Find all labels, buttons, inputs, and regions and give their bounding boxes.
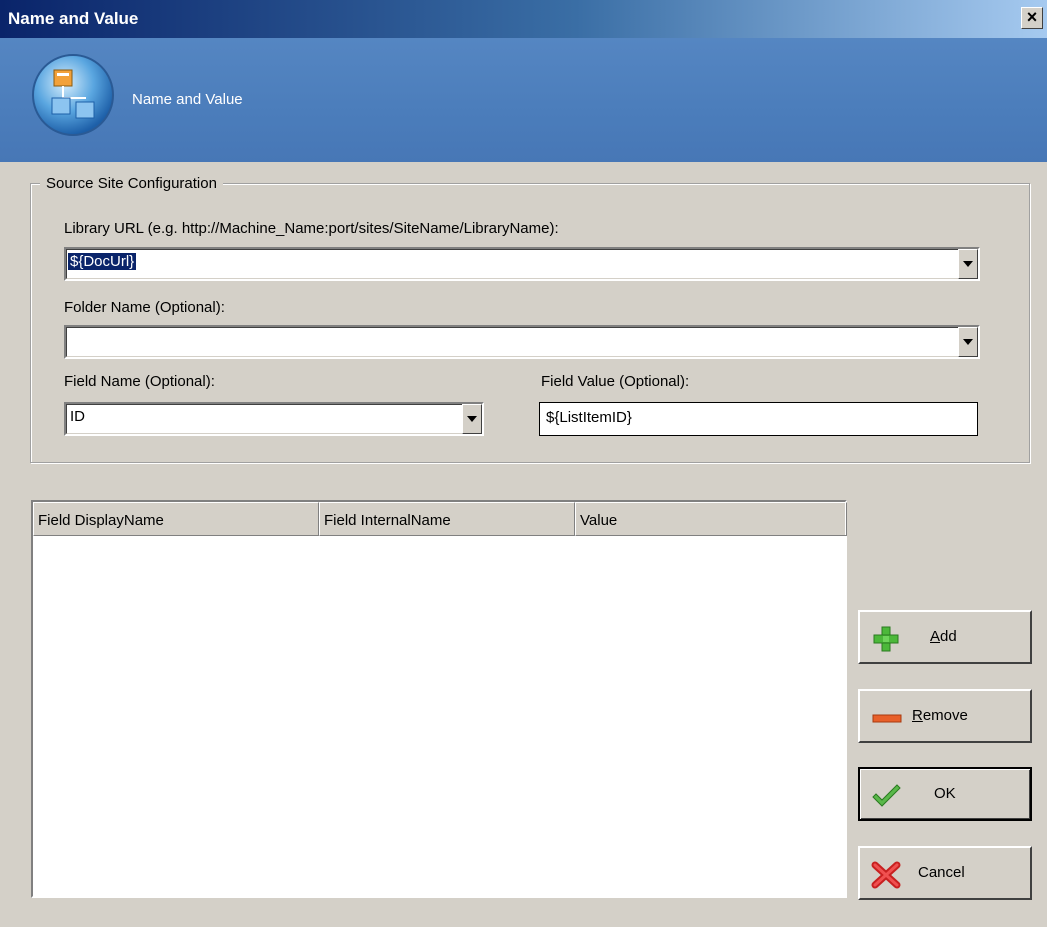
minus-icon xyxy=(872,714,902,723)
chevron-down-icon xyxy=(467,416,477,422)
header-banner: Name and Value xyxy=(0,38,1047,162)
close-icon: × xyxy=(1026,7,1038,27)
chevron-down-icon xyxy=(963,261,973,267)
folder-name-dropdown-button[interactable] xyxy=(958,327,978,357)
column-header-internal-name[interactable]: Field InternalName xyxy=(319,502,575,536)
folder-name-combo[interactable] xyxy=(64,325,980,359)
plus-icon xyxy=(873,626,899,652)
ok-button-label: OK xyxy=(934,785,956,802)
library-url-value: ${DocUrl} xyxy=(68,253,137,270)
field-value-text: ${ListItemID} xyxy=(546,409,632,426)
cancel-button-label: Cancel xyxy=(918,864,965,881)
checkmark-icon xyxy=(872,784,901,807)
ok-button[interactable]: OK xyxy=(858,767,1032,821)
field-name-label: Field Name (Optional): xyxy=(64,373,215,390)
column-header-display-name[interactable]: Field DisplayName xyxy=(33,502,319,536)
remove-button-label: Remove xyxy=(912,707,968,724)
title-bar: Name and Value × xyxy=(0,0,1047,38)
add-button[interactable]: Add xyxy=(858,610,1032,664)
remove-button[interactable]: Remove xyxy=(858,689,1032,743)
groupbox-legend: Source Site Configuration xyxy=(40,175,223,192)
add-button-label: Add xyxy=(930,628,957,645)
folder-name-label: Folder Name (Optional): xyxy=(64,299,225,316)
field-value-label: Field Value (Optional): xyxy=(541,373,690,390)
close-button[interactable]: × xyxy=(1021,7,1043,29)
window-title: Name and Value xyxy=(8,9,139,28)
library-url-dropdown-button[interactable] xyxy=(958,249,978,279)
cancel-button[interactable]: Cancel xyxy=(858,846,1032,900)
field-list-view[interactable]: Field DisplayName Field InternalName Val… xyxy=(31,500,847,898)
field-value-input[interactable]: ${ListItemID} xyxy=(539,402,978,436)
library-url-label: Library URL (e.g. http://Machine_Name:po… xyxy=(64,220,559,237)
list-header: Field DisplayName Field InternalName Val… xyxy=(33,502,847,536)
banner-title: Name and Value xyxy=(132,91,243,108)
field-name-value: ID xyxy=(70,408,85,425)
field-name-dropdown-button[interactable] xyxy=(462,404,482,434)
chevron-down-icon xyxy=(963,339,973,345)
library-url-combo[interactable]: ${DocUrl} xyxy=(64,247,980,281)
field-name-combo[interactable]: ID xyxy=(64,402,484,436)
workflow-app-icon xyxy=(32,54,114,136)
red-x-icon xyxy=(871,861,901,889)
column-header-value[interactable]: Value xyxy=(575,502,847,536)
